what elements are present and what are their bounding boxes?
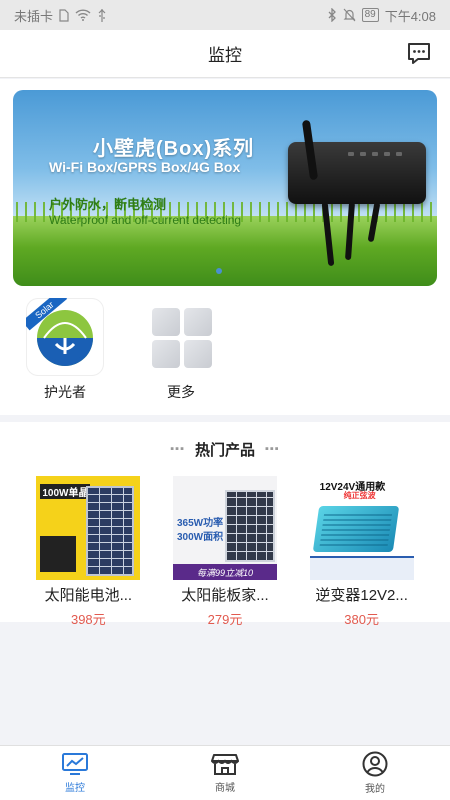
- section-title: ▪▪▪ 热门产品 ▪▪▪: [0, 422, 450, 476]
- app-label-solar: 护光者: [44, 384, 86, 400]
- carousel-indicator[interactable]: [216, 268, 222, 274]
- product-image: 100W单晶: [36, 476, 141, 580]
- promo-banner[interactable]: 小壁虎(Box)系列 Wi-Fi Box/GPRS Box/4G Box 户外防…: [13, 90, 437, 286]
- mute-bell-icon: [343, 8, 356, 22]
- store-icon: [211, 754, 239, 775]
- device-image: [288, 119, 426, 204]
- wifi-icon: [75, 9, 91, 21]
- status-left: 未插卡: [14, 6, 107, 25]
- product-name: 太阳能板家...: [181, 587, 269, 604]
- hot-products-title: 热门产品: [194, 441, 255, 459]
- product-name: 太阳能电池...: [44, 587, 133, 604]
- banner-feature-cn: 户外防水，断电检测: [49, 197, 167, 212]
- top-card: 小壁虎(Box)系列 Wi-Fi Box/GPRS Box/4G Box 户外防…: [0, 79, 450, 415]
- tab-label-monitor: 监控: [65, 783, 85, 794]
- profile-icon: [362, 751, 388, 777]
- title-decoration-right: ▪▪▪: [265, 443, 280, 455]
- tab-store[interactable]: 商城: [150, 746, 300, 800]
- message-bubble-icon[interactable]: [406, 41, 432, 67]
- main-content[interactable]: 小壁虎(Box)系列 Wi-Fi Box/GPRS Box/4G Box 户外防…: [0, 79, 450, 745]
- product-image: 12V24V通用款 纯正弦波: [309, 476, 414, 580]
- app-item-more[interactable]: 更多: [141, 298, 221, 402]
- tab-monitor[interactable]: 监控: [0, 746, 150, 800]
- monitor-icon: [62, 753, 88, 775]
- battery-indicator: 89: [361, 8, 379, 22]
- product-price: 380元: [344, 612, 379, 627]
- app-grid: Solar 护光者 更多: [0, 298, 450, 402]
- bottom-tab-bar: 监控 商城 我的: [0, 745, 450, 800]
- app-label-more: 更多: [167, 384, 195, 400]
- status-right: 89 下午4:08: [327, 6, 436, 25]
- tab-label-store: 商城: [215, 783, 235, 794]
- product-list: 100W单晶 太阳能电池... 398元 365W功率 300W面积 每满99立…: [0, 476, 450, 628]
- page-title: 监控: [208, 46, 242, 65]
- clock: 下午4:08: [384, 8, 436, 24]
- more-grid-icon: [142, 298, 220, 376]
- page-header: 监控: [0, 30, 450, 78]
- banner-subtitle: Wi-Fi Box/GPRS Box/4G Box: [49, 159, 241, 175]
- sim-icon: [59, 8, 69, 22]
- usb-icon: [98, 8, 106, 22]
- tab-label-profile: 我的: [365, 784, 385, 795]
- product-card[interactable]: 365W功率 300W面积 每满99立减10 太阳能板家... 279元: [170, 476, 280, 628]
- app-item-solar[interactable]: Solar 护光者: [25, 298, 105, 402]
- hot-products-section: ▪▪▪ 热门产品 ▪▪▪ 100W单晶 太阳能电池... 398元 365W功率…: [0, 422, 450, 627]
- solar-app-icon: Solar: [26, 298, 104, 376]
- product-card[interactable]: 12V24V通用款 纯正弦波 逆变器12V2... 380元: [307, 476, 417, 628]
- banner-title: 小壁虎(Box)系列: [93, 138, 255, 160]
- banner-feature-en: Waterproof and off-current detecting: [49, 213, 242, 227]
- carrier-text: 未插卡: [14, 8, 54, 24]
- title-decoration-left: ▪▪▪: [170, 443, 185, 455]
- product-name: 逆变器12V2...: [315, 587, 408, 604]
- bluetooth-icon: [328, 8, 336, 22]
- product-price: 279元: [207, 612, 243, 627]
- product-card[interactable]: 100W单晶 太阳能电池... 398元: [33, 476, 143, 628]
- product-price: 398元: [70, 612, 106, 627]
- tab-profile[interactable]: 我的: [300, 746, 450, 800]
- status-bar: 未插卡 89 下午4:08: [0, 0, 450, 30]
- product-image: 365W功率 300W面积 每满99立减10: [172, 476, 277, 580]
